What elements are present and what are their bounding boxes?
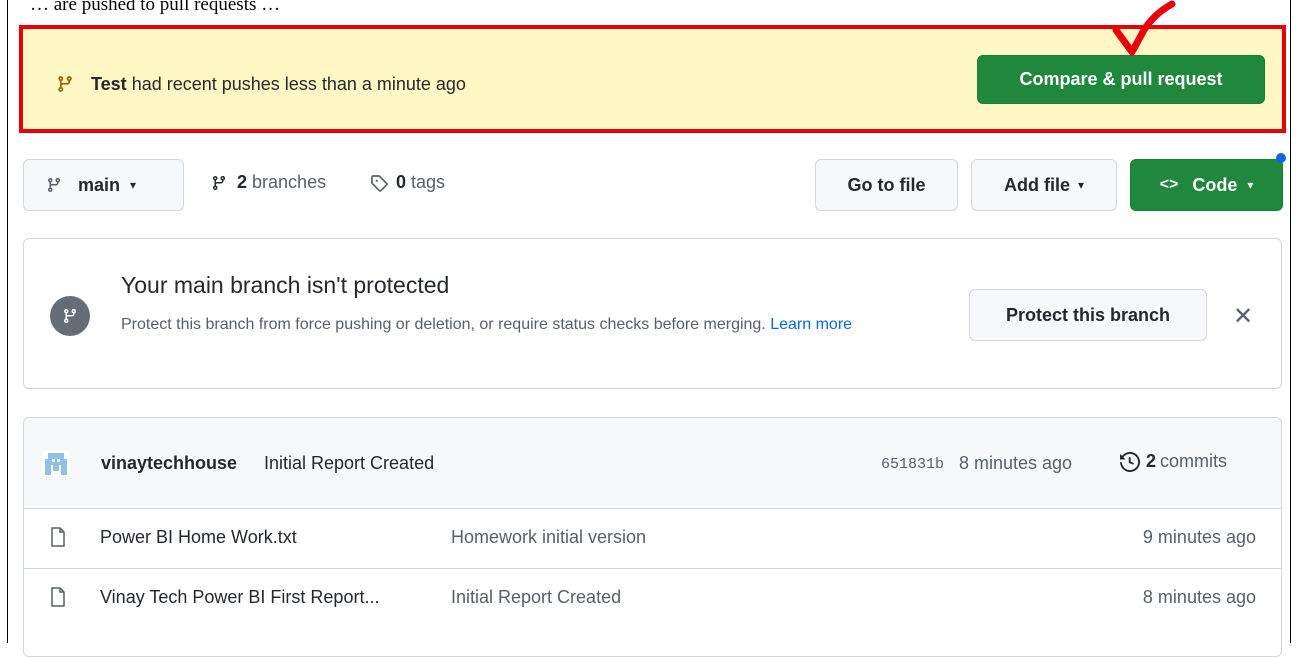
compare-pull-request-button[interactable]: Compare & pull request — [977, 55, 1265, 104]
file-name[interactable]: Vinay Tech Power BI First Report... — [100, 587, 379, 608]
file-commit-message[interactable]: Homework initial version — [451, 527, 646, 548]
avatar[interactable] — [43, 451, 69, 477]
caret-down-icon: ▾ — [1247, 178, 1254, 192]
branch-name: main — [78, 174, 121, 195]
branch-protection-notice: Your main branch isn't protected Protect… — [23, 238, 1282, 389]
banner-message: Test had recent pushes less than a minut… — [91, 74, 466, 95]
banner-branch-name[interactable]: Test — [91, 74, 127, 94]
commit-time: 8 minutes ago — [959, 453, 1073, 473]
commit-message[interactable]: Initial Report Created — [264, 453, 434, 474]
recent-push-banner: Test had recent pushes less than a minut… — [19, 25, 1286, 133]
add-file-label: Add file — [1003, 174, 1070, 195]
banner-text: had recent pushes less than a minute ago — [131, 74, 466, 94]
tag-icon — [371, 174, 388, 192]
learn-more-link[interactable]: Learn more — [770, 316, 852, 333]
protect-title: Your main branch isn't protected — [121, 272, 450, 298]
branches-link[interactable]: 2 branches — [211, 172, 326, 193]
branch-icon — [212, 175, 225, 190]
tags-label: tags — [411, 172, 446, 192]
branch-icon — [58, 76, 72, 92]
code-label: Code — [1192, 174, 1238, 195]
latest-commit-bar: vinaytechhouse Initial Report Created 65… — [24, 418, 1281, 509]
red-checkmark-annotation — [1112, 0, 1176, 56]
file-age: 8 minutes ago — [1142, 587, 1256, 607]
caret-down-icon: ▾ — [1077, 178, 1085, 192]
protect-description-text: Protect this branch from force pushing o… — [121, 316, 766, 333]
branch-icon — [47, 178, 60, 193]
add-file-button[interactable]: Add file ▾ — [971, 159, 1117, 211]
file-row[interactable]: Power BI Home Work.txt Homework initial … — [24, 508, 1281, 568]
file-age: 9 minutes ago — [1142, 527, 1256, 547]
file-icon — [51, 527, 65, 547]
commit-author[interactable]: vinaytechhouse — [101, 453, 237, 474]
file-icon — [51, 587, 65, 607]
tags-count: 0 — [396, 172, 407, 192]
commits-label: commits — [1160, 451, 1228, 471]
commits-count: 2 — [1146, 451, 1157, 471]
code-icon: <> — [1159, 176, 1179, 193]
branch-icon — [50, 296, 90, 336]
protect-branch-button[interactable]: Protect this branch — [969, 289, 1207, 341]
protect-description: Protect this branch from force pushing o… — [121, 311, 941, 339]
branches-count: 2 — [237, 172, 248, 192]
caret-down-icon: ▾ — [130, 178, 137, 192]
file-row[interactable]: Vinay Tech Power BI First Report... Init… — [24, 568, 1281, 628]
frame-left-edge — [7, 0, 8, 643]
branches-label: branches — [252, 172, 327, 192]
top-caption: … are pushed to pull requests … — [30, 0, 281, 15]
go-to-file-button[interactable]: Go to file — [815, 159, 958, 211]
commit-sha[interactable]: 651831b — [881, 456, 944, 473]
close-icon[interactable]: ✕ — [1233, 302, 1253, 331]
file-list: vinaytechhouse Initial Report Created 65… — [23, 417, 1282, 657]
file-commit-message[interactable]: Initial Report Created — [451, 587, 621, 608]
file-name[interactable]: Power BI Home Work.txt — [100, 527, 297, 548]
branch-select-button[interactable]: main ▾ — [23, 159, 184, 211]
notification-dot — [1276, 153, 1286, 163]
commits-link[interactable]: 2 commits — [1120, 451, 1227, 472]
code-button[interactable]: <> Code ▾ — [1130, 159, 1283, 211]
frame-right-edge — [1290, 0, 1291, 643]
tags-link[interactable]: 0 tags — [370, 172, 445, 193]
history-icon — [1120, 451, 1140, 472]
